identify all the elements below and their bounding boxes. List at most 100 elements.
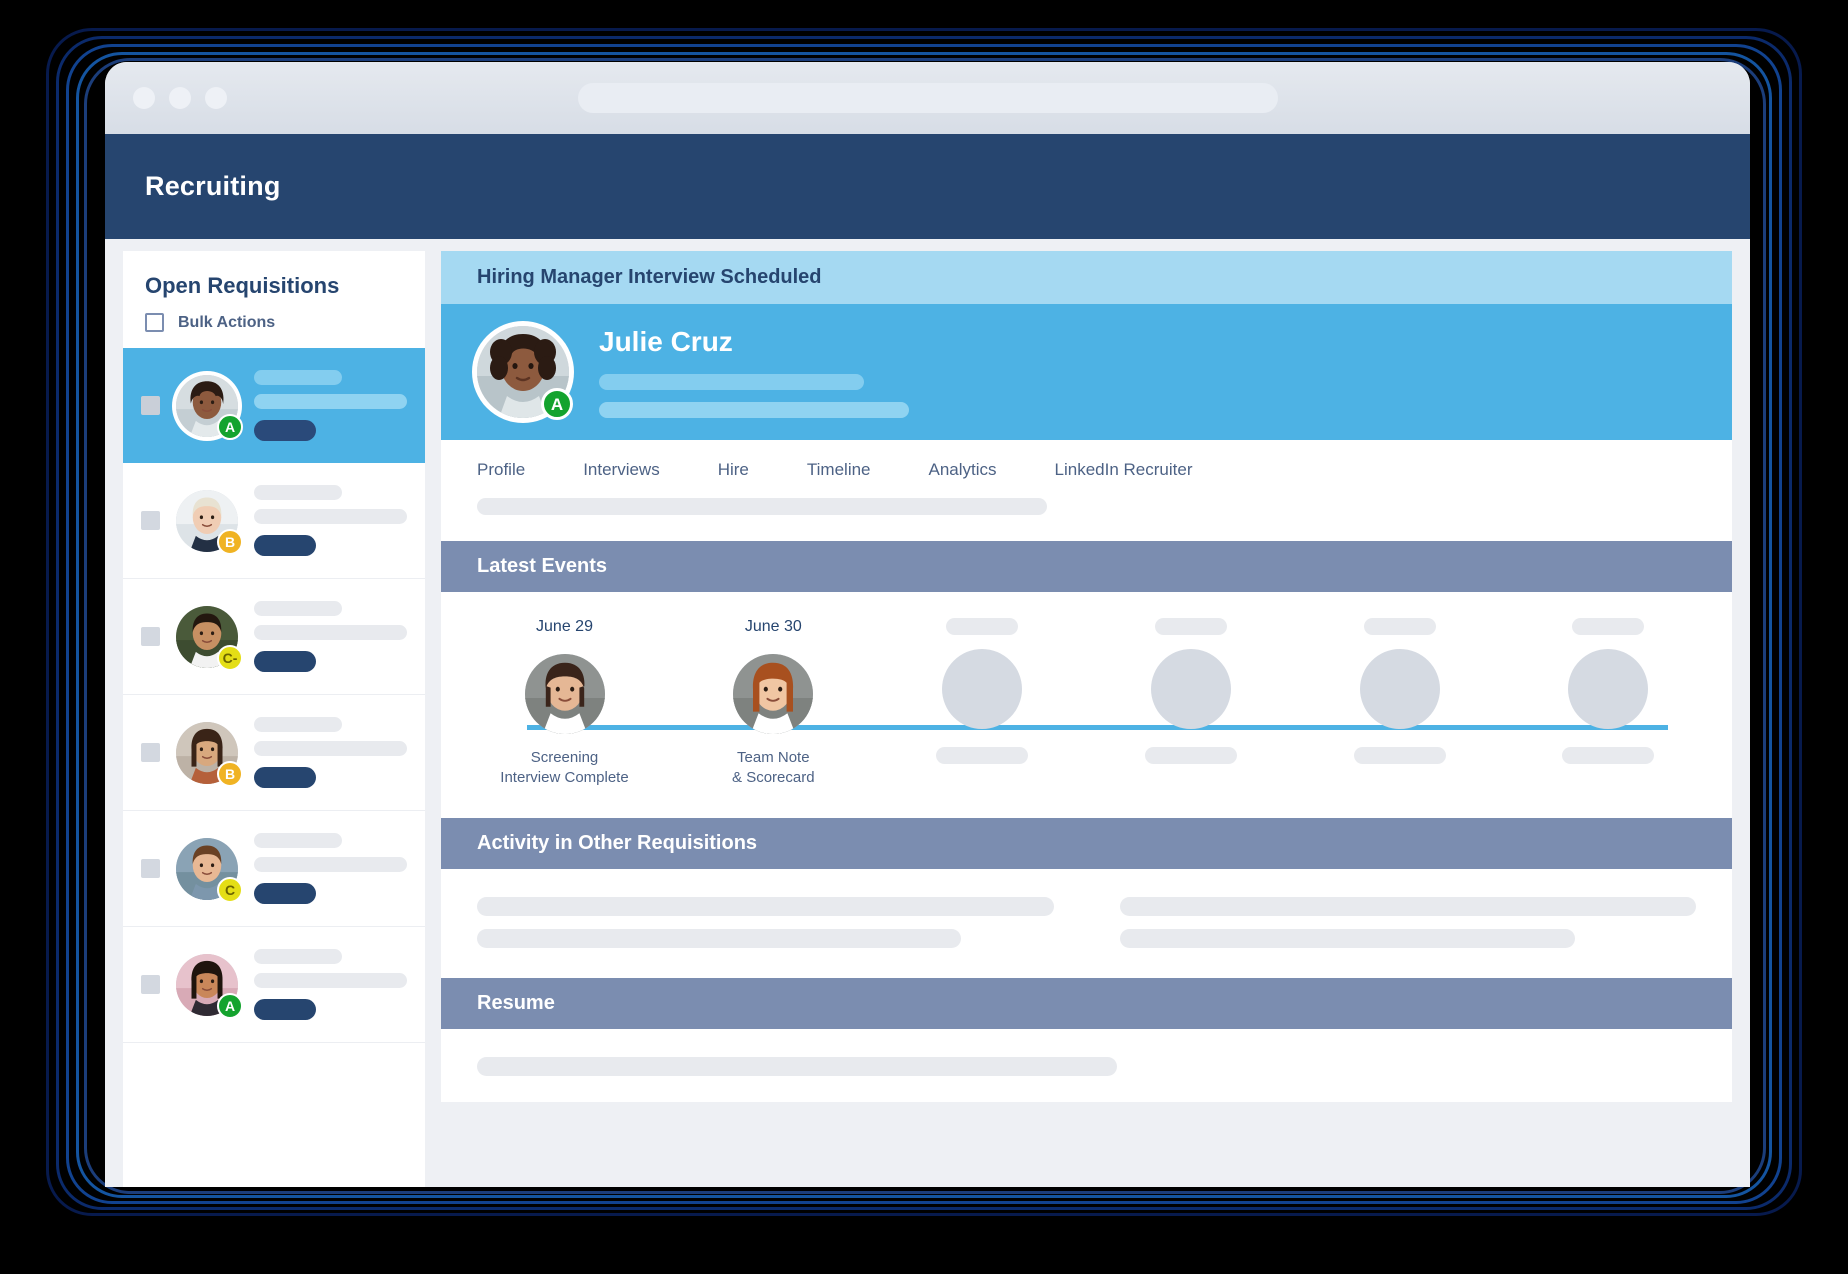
activity-placeholder-2 [477,928,962,948]
browser-window: Recruiting Open Requisitions Bulk Action… [105,62,1750,1187]
tab-analytics[interactable]: Analytics [929,460,1055,480]
close-icon[interactable] [133,87,155,109]
app-body: Open Requisitions Bulk Actions A B C- B … [105,239,1750,1187]
requisition-row[interactable]: B [123,695,425,811]
tab-timeline[interactable]: Timeline [807,460,929,480]
requisition-row[interactable]: B [123,463,425,579]
main-panel: Hiring Manager Interview Scheduled A Jul… [441,251,1732,1187]
requisition-placeholder-title [254,601,342,616]
section-header-latest-events: Latest Events [441,541,1732,592]
tab-hire[interactable]: Hire [718,460,807,480]
requisition-status-pill [254,420,316,441]
tab-linkedin-recruiter[interactable]: LinkedIn Recruiter [1055,460,1193,480]
tab-bar: Profile Interviews Hire Timeline Analytics Li… [441,440,1732,541]
requisition-placeholder-title [254,370,342,385]
requisition-row-checkbox[interactable] [141,743,160,762]
sidebar-header: Open Requisitions Bulk Actions [123,251,425,348]
status-badge: Hiring Manager Interview Scheduled [441,251,1732,304]
bulk-actions-label: Bulk Actions [178,313,276,331]
timeline-event-date-placeholder [946,618,1019,635]
timeline-event-avatar-placeholder [942,649,1023,729]
requisition-avatar-wrap: C- [176,605,243,671]
requisition-row[interactable]: A [123,348,425,463]
requisition-placeholder-title [254,485,342,500]
requisition-row[interactable]: C [123,811,425,927]
screenshot-stage: Recruiting Open Requisitions Bulk Action… [0,0,1848,1274]
timeline-event-label-placeholder [1562,747,1655,764]
requisition-row-checkbox[interactable] [141,511,160,530]
requisition-avatar-wrap: A [176,374,243,440]
requisition-row[interactable]: A [123,927,425,1043]
avatar [733,654,814,734]
timeline-event-date-placeholder [1572,618,1645,635]
resume-body [441,1028,1732,1102]
timeline-event-label-placeholder [1353,747,1446,764]
bulk-actions-row[interactable]: Bulk Actions [145,313,403,332]
tab-list: Profile Interviews Hire Timeline Analytics Li… [477,460,1696,480]
timeline-event-date-placeholder [1154,618,1227,635]
requisition-placeholder-subtitle [254,857,407,872]
activity-placeholder-3 [1119,896,1696,916]
requisition-row-checkbox[interactable] [141,396,160,415]
tab-interviews[interactable]: Interviews [583,460,718,480]
candidate-name: Julie Cruz [599,326,733,357]
timeline-event[interactable] [1521,618,1696,788]
requisition-avatar-wrap: B [176,489,243,555]
timeline-event-label: Screening Interview Complete [500,749,629,786]
requisition-placeholder-subtitle [254,394,407,409]
address-bar[interactable] [577,83,1278,113]
requisition-row-checkbox[interactable] [141,859,160,878]
requisition-avatar-wrap: B [176,721,243,787]
timeline-event-label: Team Note & Scorecard [732,749,815,786]
grade-badge: A [217,413,243,440]
sidebar-title: Open Requisitions [145,273,340,298]
timeline-event-avatar-placeholder [1359,649,1440,729]
activity-column-right [1119,896,1696,948]
requisition-placeholder-subtitle [254,509,407,524]
requisition-text-placeholders [254,717,407,788]
requisition-status-pill [254,535,316,556]
timeline-event-avatar-placeholder [1568,649,1649,729]
tab-profile[interactable]: Profile [477,460,583,480]
latest-events-body: June 29 Screening Interview Complete June … [441,592,1732,818]
requisition-placeholder-subtitle [254,973,407,988]
requisition-placeholder-subtitle [254,625,407,640]
timeline-event[interactable]: June 29 Screening Interview Complete [477,618,652,788]
maximize-icon[interactable] [205,87,227,109]
requisition-placeholder-title [254,833,342,848]
requisition-text-placeholders [254,833,407,904]
timeline-event[interactable] [895,618,1070,788]
resume-placeholder-1 [477,1056,1117,1076]
grade-badge: B [217,760,243,787]
requisition-placeholder-title [254,949,342,964]
timeline-event-label-placeholder [1144,747,1237,764]
timeline-event[interactable] [1312,618,1487,788]
requisition-list: A B C- B C A [123,348,425,1043]
browser-chrome [105,62,1750,134]
requisition-status-pill [254,651,316,672]
grade-badge: C- [217,644,243,671]
candidate-grade-badge: A [541,388,573,420]
avatar [524,654,605,734]
candidate-detail-placeholder-2 [599,402,909,418]
requisition-row-checkbox[interactable] [141,975,160,994]
timeline-event-date: June 30 [744,618,802,635]
requisition-status-pill [254,999,316,1020]
minimize-icon[interactable] [169,87,191,109]
timeline-event-date: June 29 [536,618,593,635]
bulk-actions-checkbox[interactable] [145,313,164,332]
page-title: Recruiting [145,171,281,201]
grade-badge: C [217,876,243,903]
requisition-avatar-wrap: C [176,837,243,903]
activity-body [441,868,1732,978]
requisition-row[interactable]: C- [123,579,425,695]
requisition-text-placeholders [254,949,407,1020]
timeline-event-date-placeholder [1363,618,1436,635]
traffic-lights [133,87,227,109]
timeline-event[interactable]: June 30 Team Note & Scorecard [686,618,861,788]
events-timeline: June 29 Screening Interview Complete June … [477,618,1696,788]
candidate-detail-placeholder-1 [599,374,864,390]
requisition-row-checkbox[interactable] [141,627,160,646]
timeline-event[interactable] [1103,618,1278,788]
open-requisitions-panel: Open Requisitions Bulk Actions A B C- B … [123,251,425,1187]
